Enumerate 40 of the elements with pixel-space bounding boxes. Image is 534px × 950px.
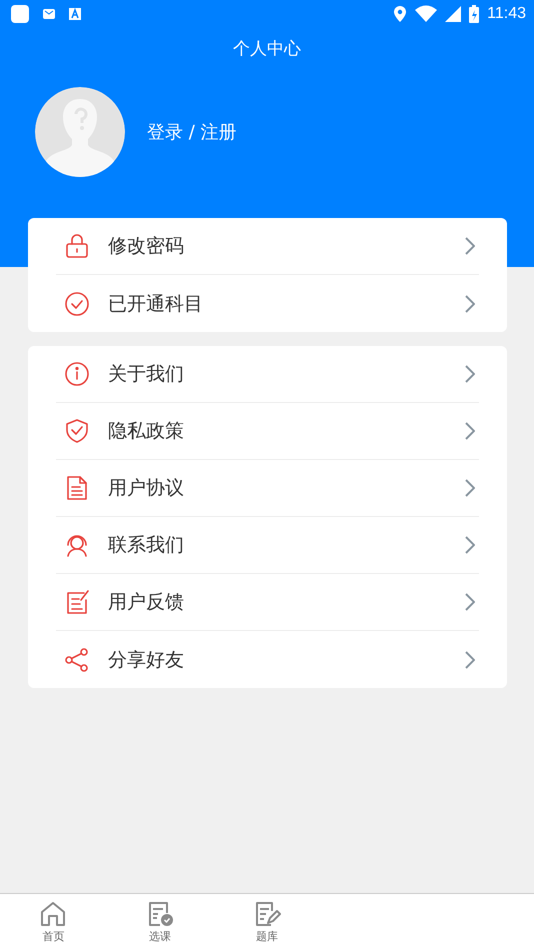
shield-icon — [64, 418, 90, 444]
menu-item[interactable]: 用户协议 — [56, 460, 479, 517]
wifi-icon — [415, 5, 438, 23]
chevron-icon — [465, 479, 475, 497]
home-icon — [39, 900, 68, 926]
status-time: 11:43 — [487, 5, 526, 23]
document-icon — [64, 475, 90, 501]
tab-item[interactable]: 选课 — [106, 894, 214, 950]
chevron-icon — [465, 294, 475, 312]
battery-icon — [469, 5, 480, 23]
avatar-icon — [35, 87, 125, 177]
document-check-icon — [146, 900, 174, 926]
menu-item[interactable]: 分享好友 — [56, 631, 479, 688]
location-icon — [393, 5, 408, 23]
mail-icon — [42, 7, 56, 21]
chevron-icon — [465, 650, 475, 668]
page-title: 个人中心 — [232, 38, 302, 60]
menu-item[interactable]: 已开通科目 — [56, 275, 479, 332]
chevron-icon — [465, 237, 475, 255]
font-icon — [68, 7, 82, 21]
person-icon — [64, 532, 90, 558]
check-circle-icon — [64, 290, 90, 316]
tab-item[interactable]: 题库 — [214, 894, 320, 950]
chevron-icon — [465, 365, 475, 383]
chevron-icon — [465, 422, 475, 440]
chevron-icon — [465, 536, 475, 554]
share-icon — [64, 646, 90, 672]
signal-icon — [445, 6, 462, 22]
login-link[interactable]: 登录 / 注册 — [147, 120, 237, 144]
lock-icon — [64, 233, 90, 259]
tab-item[interactable]: 首页 — [0, 894, 107, 950]
menu-item[interactable]: 用户反馈 — [56, 574, 479, 631]
edit-icon — [64, 589, 90, 615]
info-icon — [64, 361, 90, 387]
app-icon — [10, 4, 30, 24]
menu-item[interactable]: 联系我们 — [56, 517, 479, 574]
menu-item[interactable]: 隐私政策 — [56, 403, 479, 460]
menu-item[interactable]: 关于我们 — [56, 346, 479, 403]
menu-item[interactable]: 修改密码 — [56, 218, 479, 275]
chevron-icon — [465, 593, 475, 611]
